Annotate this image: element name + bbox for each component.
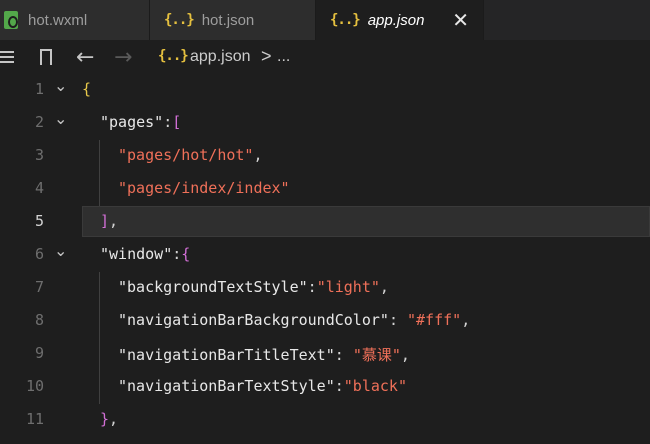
fold-chevron-icon[interactable]: ⌄: [54, 109, 67, 128]
code-text: {: [82, 80, 91, 98]
code-token: "navigationBarBackgroundColor": [118, 311, 389, 329]
fold-chevron-icon[interactable]: ⌄: [54, 76, 67, 95]
code-line[interactable]: 1 ⌄ {: [0, 74, 650, 107]
code-text: },: [100, 410, 118, 428]
code-token: :: [334, 377, 344, 395]
code-text: "backgroundTextStyle":"light",: [118, 278, 389, 296]
code-line[interactable]: 10 "navigationBarTextStyle":"black": [0, 371, 650, 404]
line-number: 3: [34, 146, 44, 164]
code-line[interactable]: 6 ⌄ "window":{: [0, 239, 650, 272]
code-token: {: [82, 80, 92, 98]
code-token: :: [307, 278, 317, 296]
indent-guide: [99, 173, 100, 206]
code-line[interactable]: 2 ⌄ "pages":[: [0, 107, 650, 140]
line-number: 10: [25, 377, 44, 395]
code-token: ,: [109, 410, 119, 428]
code-text: "pages/index/index": [118, 179, 290, 197]
tab-hot-json[interactable]: {..} hot.json: [150, 0, 316, 40]
code-token: :: [163, 113, 173, 131]
line-number: 8: [34, 311, 44, 329]
back-arrow-icon[interactable]: ←: [76, 45, 94, 70]
code-line[interactable]: 11},: [0, 404, 650, 437]
code-line[interactable]: 7 "backgroundTextStyle":"light",: [0, 272, 650, 305]
json-file-icon: {..}: [158, 48, 189, 64]
code-token: :: [334, 346, 353, 364]
wxml-file-icon: [4, 11, 18, 29]
line-number: 5: [34, 212, 44, 230]
tab-app-json[interactable]: {..} app.json ✕: [316, 0, 484, 40]
code-token: :: [388, 311, 407, 329]
code-token: "black": [343, 377, 407, 395]
tab-bar: hot.wxml {..} hot.json {..} app.json ✕: [0, 0, 650, 40]
code-token: "#fff": [407, 311, 462, 329]
menu-icon[interactable]: [0, 51, 14, 63]
code-line[interactable]: 5],: [0, 206, 650, 239]
breadcrumb-bar: ← → {..} app.json > ...: [0, 40, 650, 74]
code-token: ,: [379, 278, 389, 296]
line-number: 11: [25, 410, 44, 428]
json-file-icon: {..}: [164, 12, 195, 28]
code-token: "pages/index/index": [118, 179, 290, 197]
code-token: ,: [253, 146, 263, 164]
tab-label: hot.json: [201, 11, 255, 29]
tab-label: app.json: [367, 11, 425, 29]
json-file-icon: {..}: [330, 12, 361, 28]
breadcrumb-separator: >: [261, 46, 272, 66]
code-line[interactable]: 4 "pages/index/index": [0, 173, 650, 206]
code-token: "navigationBarTextStyle": [118, 377, 335, 395]
code-text: "pages":[: [100, 113, 181, 131]
code-text: "window":{: [100, 245, 190, 263]
breadcrumb-more[interactable]: ...: [277, 48, 290, 66]
line-number: 6: [34, 245, 44, 263]
code-line[interactable]: 8 "navigationBarBackgroundColor": "#fff",: [0, 305, 650, 338]
code-text: ],: [100, 212, 118, 230]
line-number: 7: [34, 278, 44, 296]
indent-guide: [99, 338, 100, 371]
tab-hot-wxml[interactable]: hot.wxml: [0, 0, 150, 40]
code-token: ,: [109, 212, 119, 230]
code-token: [: [172, 113, 182, 131]
close-icon[interactable]: ✕: [452, 8, 469, 32]
code-token: "pages": [100, 113, 164, 131]
breadcrumb-file[interactable]: app.json: [190, 48, 251, 66]
code-token: "backgroundTextStyle": [118, 278, 308, 296]
indent-guide: [99, 371, 100, 404]
code-token: ,: [400, 346, 410, 364]
code-editor[interactable]: 1 ⌄{2 ⌄ "pages":[3 "pages/hot/hot", 4 "pages/i…: [0, 74, 650, 444]
code-token: "pages/hot/hot": [118, 146, 254, 164]
code-token: ]: [100, 212, 110, 230]
fold-chevron-icon[interactable]: ⌄: [54, 241, 67, 260]
indent-guide: [99, 272, 100, 305]
code-token: "light": [316, 278, 380, 296]
line-number: 1: [34, 80, 44, 98]
code-token: "慕课": [352, 346, 401, 364]
line-number: 9: [34, 344, 44, 362]
code-text: "pages/hot/hot",: [118, 146, 263, 164]
code-token: {: [181, 245, 191, 263]
code-token: :: [172, 245, 182, 263]
line-number: 4: [34, 179, 44, 197]
indent-guide: [99, 305, 100, 338]
code-token: "navigationBarTitleText": [118, 346, 335, 364]
indent-guide: [99, 140, 100, 173]
bookmark-icon[interactable]: [40, 49, 52, 69]
code-token: ,: [461, 311, 471, 329]
forward-arrow-icon[interactable]: →: [114, 45, 132, 70]
code-token: }: [100, 410, 110, 428]
code-token: "window": [100, 245, 173, 263]
code-text: "navigationBarTextStyle":"black": [118, 377, 407, 395]
code-text: "navigationBarTitleText": "慕课",: [118, 344, 410, 365]
tab-label: hot.wxml: [28, 11, 88, 29]
code-line[interactable]: 9 "navigationBarTitleText": "慕课",: [0, 338, 650, 371]
current-line-highlight: [82, 206, 650, 237]
line-number: 2: [34, 113, 44, 131]
code-text: "navigationBarBackgroundColor": "#fff",: [118, 311, 470, 329]
code-line[interactable]: 3 "pages/hot/hot",: [0, 140, 650, 173]
